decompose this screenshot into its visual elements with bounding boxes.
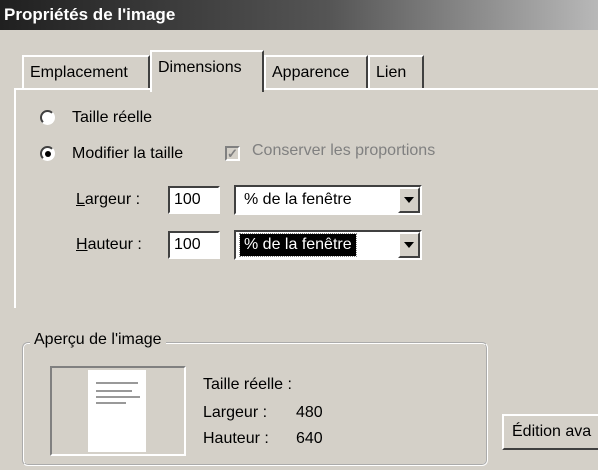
keep-proportions-label: Conserver les proportions xyxy=(252,142,436,159)
preview-width-value: 480 xyxy=(296,404,323,421)
width-unit-value: % de la fenêtre xyxy=(244,191,352,208)
image-properties-dialog: Propriétés de l'image Emplacement Dimens… xyxy=(0,0,598,470)
check-icon: ✓ xyxy=(227,146,238,161)
width-unit-select[interactable]: % de la fenêtre xyxy=(234,185,422,215)
preview-width-label: Largeur : xyxy=(203,404,268,421)
radio-custom-size-label: Modifier la taille xyxy=(72,145,184,162)
radio-actual-size-label: Taille réelle xyxy=(72,109,153,126)
width-label-accel: L xyxy=(76,191,85,208)
tab-emplacement[interactable]: Emplacement xyxy=(22,55,150,89)
image-preview xyxy=(50,366,186,456)
height-input[interactable]: 100 xyxy=(168,231,220,259)
tab-apparence[interactable]: Apparence xyxy=(264,55,368,89)
tab-lien[interactable]: Lien xyxy=(368,55,424,89)
height-label: Hauteur : xyxy=(76,233,142,257)
preview-height-value: 640 xyxy=(296,430,323,447)
tab-dimensions[interactable]: Dimensions xyxy=(150,50,264,92)
preview-legend: Aperçu de l'image xyxy=(30,331,166,349)
window-title: Propriétés de l'image xyxy=(0,0,598,30)
width-input[interactable]: 100 xyxy=(168,186,220,214)
height-unit-value: % de la fenêtre xyxy=(239,233,357,257)
width-label: Largeur : xyxy=(76,188,140,212)
preview-height-label: Hauteur : xyxy=(203,430,269,447)
chevron-down-icon[interactable] xyxy=(398,232,420,258)
advanced-edit-button[interactable]: Édition ava xyxy=(502,414,598,450)
keep-proportions-checkbox[interactable]: ✓ xyxy=(225,146,240,161)
radio-button-selected[interactable] xyxy=(40,146,55,161)
preview-info-title: Taille réelle : xyxy=(203,376,292,393)
height-label-accel: H xyxy=(76,236,88,253)
radio-button[interactable] xyxy=(40,110,55,125)
height-label-text: auteur : xyxy=(87,236,142,253)
preview-page-thumbnail xyxy=(88,370,146,452)
chevron-down-icon[interactable] xyxy=(398,187,420,213)
width-label-text: argeur : xyxy=(84,191,141,208)
height-unit-select[interactable]: % de la fenêtre xyxy=(234,230,422,260)
